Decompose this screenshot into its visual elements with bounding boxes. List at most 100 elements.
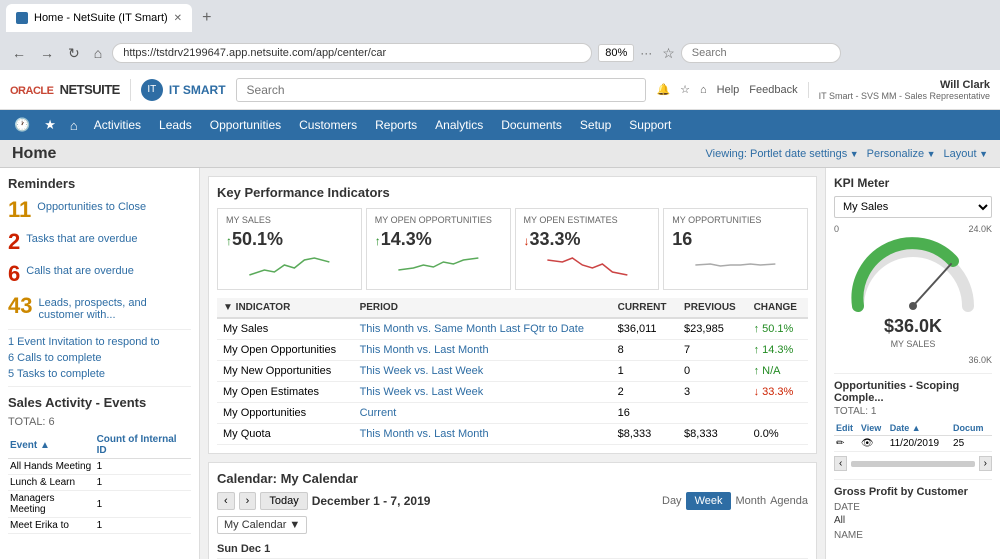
viewing-portlet-link[interactable]: Viewing: Portlet date settings [706, 148, 859, 160]
period-link[interactable]: This Month vs. Last Month [360, 344, 489, 356]
cal-row-sun: Sun Dec 1 [217, 540, 808, 559]
kpi-indicator: My Open Opportunities [217, 340, 354, 361]
cal-prev-button[interactable]: ‹ [217, 492, 235, 510]
reminder-label-opportunities[interactable]: Opportunities to Close [37, 201, 146, 213]
nav-leads[interactable]: Leads [151, 114, 200, 136]
kpi-col-indicator[interactable]: ▼ INDICATOR [217, 298, 354, 318]
gp-name-label: NAME [834, 530, 992, 541]
opportunities-widget: Opportunities - Scoping Comple... TOTAL:… [834, 373, 992, 471]
nav-analytics[interactable]: Analytics [427, 114, 491, 136]
kpi-period: Current [354, 403, 612, 424]
events-col-count[interactable]: Count of Internal ID [95, 432, 191, 459]
kpi-period: This Month vs. Last Month [354, 340, 612, 361]
favorites-icon[interactable]: ★ [38, 113, 62, 137]
reminder-label-tasks[interactable]: Tasks that are overdue [26, 233, 137, 245]
event-name: All Hands Meeting [8, 459, 95, 475]
kpi-col-current[interactable]: CURRENT [612, 298, 678, 318]
active-tab[interactable]: Home - NetSuite (IT Smart) ✕ [6, 4, 192, 32]
cal-week-button[interactable]: Week [686, 492, 732, 510]
reminder-calls[interactable]: 6 Calls that are overdue [8, 261, 191, 287]
opp-edit-icon[interactable]: ✏ [834, 436, 859, 452]
nav-opportunities[interactable]: Opportunities [202, 114, 289, 136]
feedback-label[interactable]: Feedback [749, 84, 797, 96]
reminder-tasks[interactable]: 2 Tasks that are overdue [8, 229, 191, 255]
kpi-current: 1 [612, 361, 678, 382]
event-name: Managers Meeting [8, 491, 95, 518]
reminder-leads[interactable]: 43 Leads, prospects, and customer with..… [8, 293, 191, 323]
kpi-col-period[interactable]: PERIOD [354, 298, 612, 318]
opp-next-button[interactable]: › [979, 456, 992, 471]
notification-icon[interactable]: 🔔 [656, 83, 670, 96]
kpi-value-open-est: ↓33.3% [524, 229, 651, 250]
opp-date: 11/20/2019 [888, 436, 951, 452]
opp-col-edit[interactable]: Edit [834, 421, 859, 436]
star-icon[interactable]: ☆ [680, 83, 690, 96]
period-link[interactable]: This Week vs. Last Week [360, 386, 484, 398]
nav-documents[interactable]: Documents [493, 114, 570, 136]
personalize-link[interactable]: Personalize [867, 148, 936, 160]
opp-col-view[interactable]: View [859, 421, 888, 436]
event-invitation-link[interactable]: 1 Event Invitation to respond to [8, 334, 191, 350]
kpi-indicator: My Opportunities [217, 403, 354, 424]
opp-col-date[interactable]: Date ▲ [888, 421, 951, 436]
header-search-input[interactable] [236, 78, 647, 102]
kpi-value-open-opp: ↑14.3% [375, 229, 502, 250]
kpi-col-change[interactable]: CHANGE [748, 298, 808, 318]
center-content: Key Performance Indicators MY SALES ↑50.… [200, 168, 825, 559]
gp-date-value: All [834, 515, 992, 526]
brand-name: IT SMART [169, 83, 226, 97]
recent-icon[interactable]: 🕐 [8, 113, 36, 137]
netsuite-label: NETSUITE [56, 82, 119, 97]
kpi-value-opp: 16 [672, 229, 799, 250]
browser-search-input[interactable] [681, 43, 841, 63]
cal-today-button[interactable]: Today [260, 492, 307, 510]
tab-close-icon[interactable]: ✕ [174, 13, 182, 24]
kpi-meter-dropdown[interactable]: My Sales My Open Opportunities My Quota [834, 196, 992, 218]
opp-prev-button[interactable]: ‹ [834, 456, 847, 471]
kpi-meter-widget: KPI Meter My Sales My Open Opportunities… [834, 176, 992, 365]
kpi-period: This Month vs. Last Month [354, 424, 612, 445]
forward-button[interactable]: → [36, 43, 58, 63]
kpi-indicator: My Sales [217, 318, 354, 340]
home-nav-icon[interactable]: ⌂ [700, 84, 707, 96]
reminder-label-calls[interactable]: Calls that are overdue [26, 265, 134, 277]
table-row: My Opportunities Current 16 [217, 403, 808, 424]
opp-view-icon[interactable]: 👁 [859, 436, 888, 452]
nav-setup[interactable]: Setup [572, 114, 619, 136]
nav-customers[interactable]: Customers [291, 114, 365, 136]
calls-complete-link[interactable]: 6 Calls to complete [8, 350, 191, 366]
oracle-label: ORACLE NETSUITE [10, 82, 120, 97]
kpi-period: This Month vs. Same Month Last FQtr to D… [354, 318, 612, 340]
events-col-event[interactable]: Event ▲ [8, 432, 95, 459]
nav-reports[interactable]: Reports [367, 114, 425, 136]
refresh-button[interactable]: ↻ [64, 43, 84, 64]
opp-col-docum[interactable]: Docum [951, 421, 992, 436]
home-icon[interactable]: ⌂ [64, 114, 84, 137]
reminder-opportunities[interactable]: 11 Opportunities to Close [8, 197, 191, 223]
period-link[interactable]: This Week vs. Last Week [360, 365, 484, 377]
layout-link[interactable]: Layout [944, 148, 988, 160]
kpi-change [748, 403, 808, 424]
header-icons: 🔔 ☆ ⌂ Help Feedback Will Clark IT Smart … [656, 79, 990, 101]
reminder-label-leads[interactable]: Leads, prospects, and customer with... [38, 297, 191, 321]
new-tab-button[interactable]: + [198, 9, 215, 27]
period-link[interactable]: This Month vs. Last Month [360, 428, 489, 440]
my-calendar-dropdown[interactable]: My Calendar ▼ [217, 516, 307, 534]
home-button[interactable]: ⌂ [90, 43, 106, 63]
kpi-col-previous[interactable]: PREVIOUS [678, 298, 748, 318]
help-label[interactable]: Help [717, 84, 740, 96]
period-link[interactable]: This Month vs. Same Month Last FQtr to D… [360, 323, 584, 335]
page-header: Home Viewing: Portlet date settings Pers… [0, 140, 1000, 168]
kpi-label-open-opp: MY OPEN OPPORTUNITIES [375, 215, 502, 225]
url-input[interactable] [112, 43, 592, 63]
divider [808, 82, 809, 98]
ns-header: ORACLE NETSUITE IT IT SMART 🔔 ☆ ⌂ Help F… [0, 70, 1000, 110]
period-link[interactable]: Current [360, 407, 397, 419]
cal-sub-header: My Calendar ▼ [217, 516, 808, 534]
tasks-complete-link[interactable]: 5 Tasks to complete [8, 366, 191, 382]
nav-activities[interactable]: Activities [86, 114, 149, 136]
nav-support[interactable]: Support [621, 114, 679, 136]
back-button[interactable]: ← [8, 43, 30, 63]
cal-next-button[interactable]: › [239, 492, 257, 510]
gauge-sublabel: MY SALES [834, 339, 992, 349]
